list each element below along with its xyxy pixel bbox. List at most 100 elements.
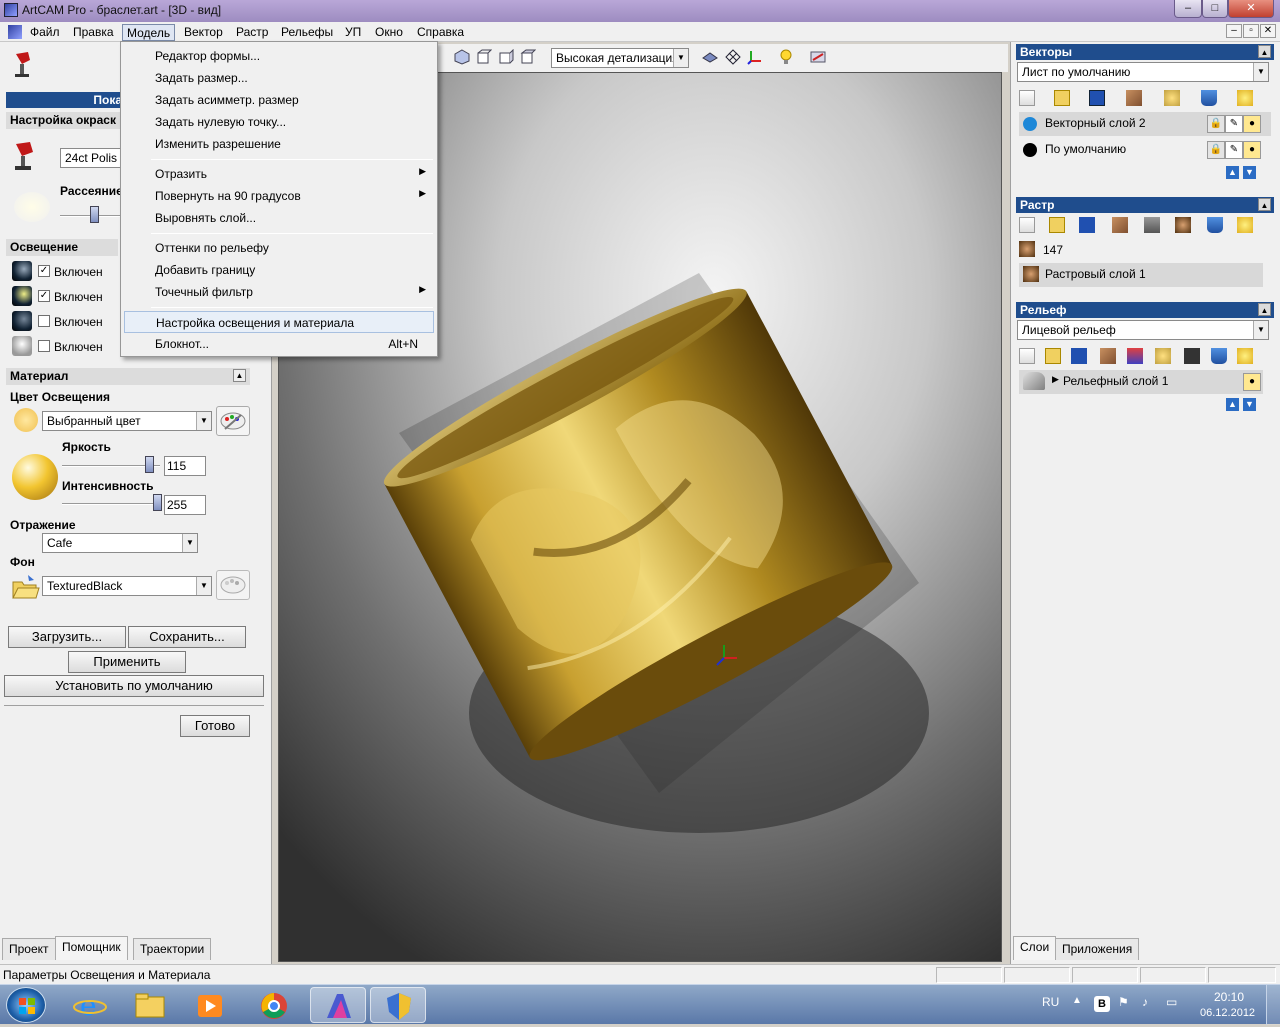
maximize-button[interactable]: □ — [1202, 0, 1228, 18]
expand-arrow-icon[interactable]: ▶ — [1052, 374, 1059, 385]
menu-item-resolution[interactable]: Изменить разрешение — [124, 133, 434, 155]
background-combo[interactable]: TexturedBlack ▼ — [42, 576, 212, 596]
doc-icon[interactable] — [8, 25, 22, 39]
lock-icon[interactable]: 🔒 — [1207, 141, 1225, 159]
lock-icon[interactable]: 🔒 — [1207, 115, 1225, 133]
action-center-icon[interactable]: ▭ — [1166, 995, 1177, 1009]
chrome-icon[interactable] — [246, 987, 302, 1023]
save-vector-icon[interactable] — [1089, 90, 1105, 106]
network-icon[interactable]: ⚑ — [1118, 995, 1129, 1009]
menu-item-align-layer[interactable]: Выровнять слой... — [124, 207, 434, 229]
volume-icon[interactable]: ♪ — [1142, 995, 1148, 1009]
menu-item-rotate90[interactable]: Повернуть на 90 градусов ▶ — [124, 185, 434, 207]
view-top-icon[interactable] — [520, 49, 537, 65]
light3-icon[interactable] — [12, 311, 32, 331]
menu-item-point-filter[interactable]: Точечный фильтр ▶ — [124, 281, 434, 303]
edit-icon[interactable]: ✎ — [1225, 115, 1243, 133]
tab-layers[interactable]: Слои — [1013, 936, 1057, 960]
reset-defaults-button[interactable]: Установить по умолчанию — [4, 675, 264, 697]
vector-layer-row[interactable]: По умолчанию 🔒 ✎ ● — [1019, 138, 1271, 162]
palette-icon[interactable] — [216, 406, 250, 436]
view-side-icon[interactable] — [498, 48, 514, 65]
wireframe-icon[interactable] — [725, 49, 741, 65]
detail-level-combo[interactable]: Высокая детализация ▼ — [551, 48, 689, 68]
artcam-app-icon[interactable] — [4, 3, 18, 17]
open-vector-icon[interactable] — [1054, 90, 1070, 106]
menu-item-set-size[interactable]: Задать размер... — [124, 67, 434, 89]
save-raster-icon[interactable] — [1079, 217, 1095, 233]
menu-reliefs[interactable]: Рельефы — [277, 24, 337, 41]
light-color-combo[interactable]: Выбранный цвет ▼ — [42, 411, 212, 431]
show-desktop-button[interactable] — [1266, 985, 1280, 1025]
visibility-icon[interactable]: ● — [1243, 115, 1261, 133]
delete-raster-icon[interactable] — [1207, 217, 1223, 233]
visibility-icon[interactable]: ● — [1243, 141, 1261, 159]
mdi-restore-button[interactable]: ▫ — [1243, 24, 1259, 38]
menu-help[interactable]: Справка — [413, 24, 468, 41]
background-palette-icon[interactable] — [216, 570, 250, 600]
save-relief-icon[interactable] — [1071, 348, 1087, 364]
light4-checkbox[interactable] — [38, 340, 50, 352]
intensity-slider-thumb[interactable] — [153, 494, 162, 511]
menu-item-add-border[interactable]: Добавить границу — [124, 259, 434, 281]
menu-item-lighting-material[interactable]: Настройка освещения и материала — [124, 311, 434, 333]
menu-toolpaths[interactable]: УП — [341, 24, 365, 41]
menu-edit[interactable]: Правка — [69, 24, 118, 41]
intensity-slider[interactable] — [62, 503, 160, 505]
material-combo[interactable]: 24ct Polis — [60, 148, 122, 168]
lightbulb-icon[interactable] — [778, 49, 794, 65]
vector-light-icon[interactable] — [1237, 90, 1253, 106]
brightness-input[interactable]: 115 — [164, 456, 206, 476]
relief-down-arrow-icon[interactable]: ▼ — [1243, 398, 1256, 411]
intensity-input[interactable]: 255 — [164, 495, 206, 515]
menu-item-origin[interactable]: Задать нулевую точку... — [124, 111, 434, 133]
raster-light-icon[interactable] — [1237, 217, 1253, 233]
apply-button[interactable]: Применить — [68, 651, 186, 673]
menu-file[interactable]: Файл — [26, 24, 64, 41]
light3-checkbox[interactable] — [38, 315, 50, 327]
merge-vector-icon[interactable] — [1126, 90, 1142, 106]
new-vector-layer-icon[interactable] — [1019, 90, 1035, 106]
scatter-slider-thumb[interactable] — [90, 206, 99, 223]
mdi-minimize-button[interactable]: – — [1226, 24, 1242, 38]
light1-checkbox[interactable]: ✓ — [38, 265, 50, 277]
menu-raster[interactable]: Растр — [232, 24, 272, 41]
relief-light-icon[interactable] — [1237, 348, 1253, 364]
tab-applications[interactable]: Приложения — [1055, 938, 1140, 960]
layer-up-arrow-icon[interactable]: ▲ — [1226, 166, 1239, 179]
open-folder-icon[interactable] — [10, 572, 40, 602]
relief-combo[interactable]: Лицевой рельеф ▼ — [1017, 320, 1269, 340]
menu-item-notepad[interactable]: Блокнот... Alt+N — [124, 333, 434, 355]
layer-color-dot[interactable] — [1023, 117, 1037, 131]
new-raster-icon[interactable] — [1019, 217, 1035, 233]
menu-window[interactable]: Окно — [371, 24, 407, 41]
reflection-combo[interactable]: Cafe ▼ — [42, 533, 198, 553]
menu-item-relief-shades[interactable]: Оттенки по рельефу — [124, 237, 434, 259]
close-button[interactable]: ✕ — [1228, 0, 1274, 18]
view-iso-icon[interactable] — [454, 49, 470, 65]
save-button[interactable]: Сохранить... — [128, 626, 246, 648]
media-player-icon[interactable] — [182, 987, 238, 1023]
clock-time[interactable]: 20:10 — [1214, 990, 1244, 1004]
security-shield-icon[interactable] — [370, 987, 426, 1023]
start-orb-icon[interactable] — [6, 987, 46, 1023]
light4-icon[interactable] — [12, 336, 32, 356]
menu-item-mirror[interactable]: Отразить ▶ — [124, 163, 434, 185]
vector-layer-row[interactable]: Векторный слой 2 🔒 ✎ ● — [1019, 112, 1271, 136]
show-hidden-icons[interactable]: ▲ — [1072, 995, 1082, 1006]
load-button[interactable]: Загрузить... — [8, 626, 126, 648]
merge-raster-icon[interactable] — [1112, 217, 1128, 233]
open-relief-icon[interactable] — [1045, 348, 1061, 364]
done-button[interactable]: Готово — [180, 715, 250, 737]
edit-icon[interactable]: ✎ — [1225, 141, 1243, 159]
relief-up-arrow-icon[interactable]: ▲ — [1226, 398, 1239, 411]
tab-toolpaths[interactable]: Траектории — [133, 938, 212, 960]
render-settings-icon[interactable] — [810, 49, 826, 65]
vector-visibility-icon[interactable] — [1164, 90, 1180, 106]
light1-icon[interactable] — [12, 261, 32, 281]
relief-visibility-icon[interactable] — [1155, 348, 1171, 364]
tray-b-icon[interactable]: B — [1094, 996, 1110, 1012]
axes-icon[interactable] — [747, 49, 763, 65]
tab-project[interactable]: Проект — [2, 938, 56, 960]
light2-checkbox[interactable]: ✓ — [38, 290, 50, 302]
